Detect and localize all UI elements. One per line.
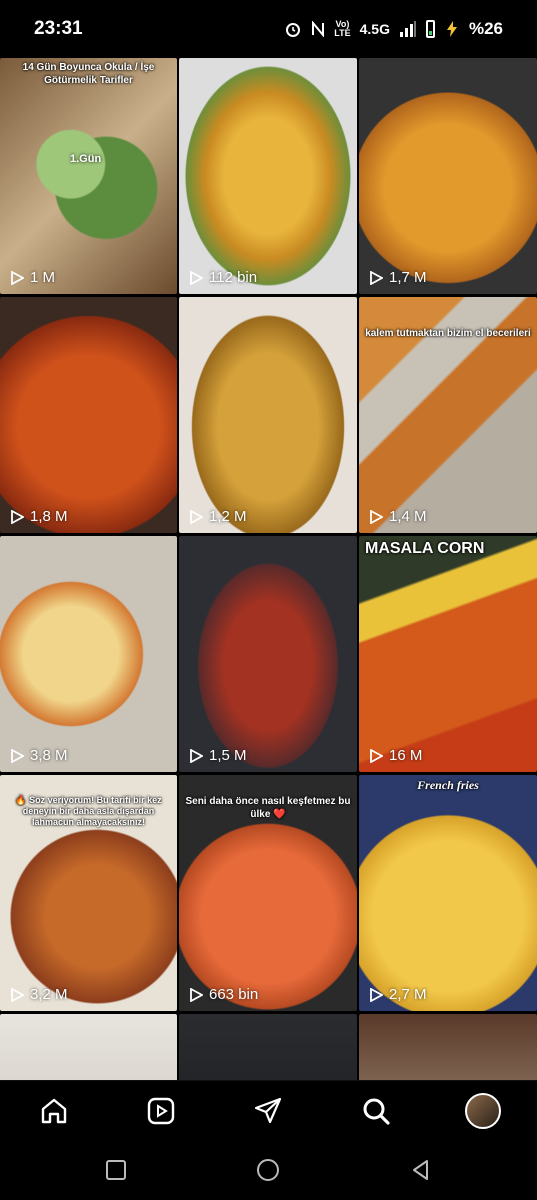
play-icon: [370, 748, 383, 763]
reel-tile[interactable]: [179, 1014, 357, 1080]
play-icon: [11, 509, 24, 524]
view-count-text: 3,2 M: [30, 986, 68, 1003]
reel-tile[interactable]: 14 Gün Boyunca Okula / İşe Götürmelik Ta…: [0, 58, 177, 294]
tile-caption: kalem tutmaktan bizim el becerileri: [365, 328, 531, 339]
play-icon: [190, 509, 203, 524]
tile-caption: Seni daha önce nasıl keşfetmez bu ülke ❤…: [185, 796, 351, 820]
play-icon: [190, 748, 203, 763]
nfc-icon: [312, 21, 325, 37]
tile-subtitle: 1.Gün: [70, 153, 102, 165]
play-icon: [11, 748, 24, 763]
reels-button[interactable]: [139, 1089, 183, 1133]
back-triangle-icon: [412, 1160, 428, 1180]
tile-caption: 🔥 Söz veriyorum! Bu tarifi bir kez deney…: [15, 795, 162, 827]
reel-tile[interactable]: kalem tutmaktan bizim el becerileri 1,4 …: [359, 297, 537, 533]
bottom-nav: [0, 1080, 537, 1141]
view-count: 3,2 M: [10, 986, 68, 1003]
reel-tile[interactable]: 1,2 M: [179, 297, 357, 533]
view-count: 16 M: [369, 747, 422, 764]
play-icon: [190, 987, 203, 1002]
view-count-text: 1 M: [30, 269, 56, 286]
view-count-text: 663 bin: [209, 986, 259, 1003]
view-count: 1,2 M: [189, 508, 247, 525]
reel-tile[interactable]: Seni daha önce nasıl keşfetmez bu ülke ❤…: [179, 775, 357, 1011]
recents-square-icon: [106, 1160, 127, 1180]
charging-icon: [446, 21, 457, 37]
home-circle-icon: [257, 1159, 280, 1181]
profile-avatar: [465, 1093, 502, 1129]
view-count-text: 1,5 M: [209, 747, 247, 764]
reel-tile[interactable]: [0, 1014, 177, 1080]
battery-icon: [425, 20, 435, 38]
back-button[interactable]: [399, 1148, 443, 1192]
search-button[interactable]: [354, 1089, 398, 1133]
send-button[interactable]: [246, 1089, 290, 1133]
reel-tile[interactable]: 1,7 M: [359, 58, 537, 294]
reel-tile[interactable]: [359, 1014, 537, 1080]
view-count: 663 bin: [189, 986, 258, 1003]
view-count: 1,5 M: [189, 747, 247, 764]
profile-button[interactable]: [461, 1089, 505, 1133]
search-icon: [363, 1098, 390, 1125]
view-count-text: 1,7 M: [389, 269, 427, 286]
play-icon: [11, 270, 24, 285]
home-system-button[interactable]: [246, 1148, 290, 1192]
view-count-text: 1,8 M: [30, 508, 68, 525]
tile-caption: MASALA CORN: [365, 540, 485, 557]
reels-icon: [147, 1097, 175, 1125]
status-icons: Vo) LTE 4.5G %26: [284, 19, 503, 39]
view-count-text: 112 bin: [209, 269, 258, 286]
view-count: 1 M: [10, 269, 55, 286]
system-nav: [0, 1140, 537, 1200]
view-count: 2,7 M: [369, 986, 427, 1003]
home-icon: [41, 1098, 66, 1124]
play-icon: [370, 270, 383, 285]
status-bar: 23:31 Vo) LTE 4.5G %26: [0, 0, 537, 58]
status-time: 23:31: [34, 18, 83, 39]
play-icon: [11, 987, 24, 1002]
view-count: 1,4 M: [369, 508, 427, 525]
tile-caption: French fries: [417, 778, 479, 792]
battery-percent: %26: [468, 19, 503, 38]
play-icon: [370, 987, 383, 1002]
signal-icon: [399, 21, 416, 37]
reel-tile[interactable]: 1,5 M: [179, 536, 357, 772]
play-icon: [190, 270, 203, 285]
reel-tile[interactable]: 🔥 Söz veriyorum! Bu tarifi bir kez deney…: [0, 775, 177, 1011]
reel-tile[interactable]: 3,8 M: [0, 536, 177, 772]
view-count: 112 bin: [189, 269, 257, 286]
home-button[interactable]: [32, 1089, 76, 1133]
volte-indicator: Vo) LTE: [334, 20, 350, 38]
recents-button[interactable]: [94, 1148, 138, 1192]
view-count: 1,7 M: [369, 269, 427, 286]
reel-tile[interactable]: 112 bin: [179, 58, 357, 294]
reel-tile[interactable]: 1,8 M: [0, 297, 177, 533]
view-count: 3,8 M: [10, 747, 68, 764]
view-count: 1,8 M: [10, 508, 68, 525]
volte-bottom: LTE: [334, 28, 351, 38]
view-count-text: 2,7 M: [389, 986, 427, 1003]
view-count-text: 1,4 M: [389, 508, 427, 525]
reels-grid: 14 Gün Boyunca Okula / İşe Götürmelik Ta…: [0, 58, 537, 1080]
view-count-text: 1,2 M: [209, 508, 247, 525]
alarm-icon: [286, 23, 301, 37]
play-icon: [370, 509, 383, 524]
send-icon: [255, 1097, 282, 1124]
tile-caption: 14 Gün Boyunca Okula / İşe Götürmelik Ta…: [22, 62, 155, 86]
reel-tile[interactable]: French fries 2,7 M: [359, 775, 537, 1011]
view-count-text: 3,8 M: [30, 747, 68, 764]
reel-tile[interactable]: MASALA CORN 16 M: [359, 536, 537, 772]
network-type: 4.5G: [359, 21, 390, 37]
view-count-text: 16 M: [389, 747, 423, 764]
